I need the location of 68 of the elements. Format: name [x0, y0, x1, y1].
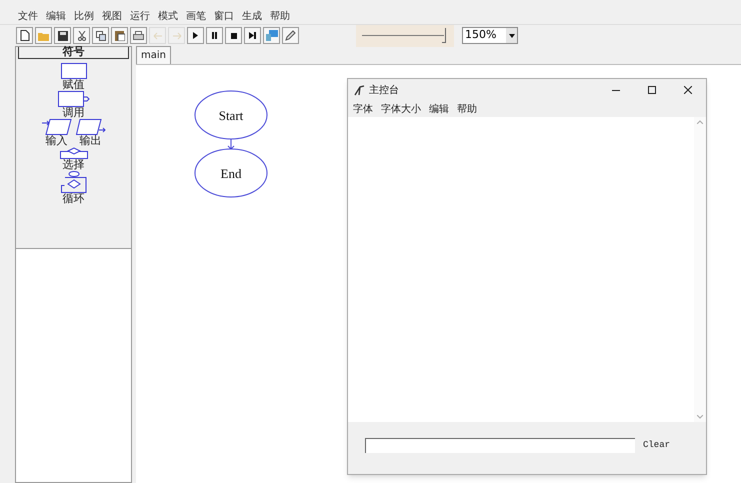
menu-item[interactable]: 字体大小: [381, 102, 421, 116]
menu-item[interactable]: 视图: [102, 8, 122, 24]
play-icon: [193, 32, 198, 39]
close-icon: [684, 86, 692, 94]
toolbar-button[interactable]: [54, 27, 71, 44]
save-icon: [58, 30, 68, 40]
copy-icon: [96, 30, 106, 40]
parallelogram-symbol-icon: [76, 119, 106, 135]
toolbar-button[interactable]: [244, 27, 261, 44]
command-input[interactable]: [365, 438, 635, 453]
node-label: Start: [218, 108, 244, 123]
app-icon: [354, 84, 365, 96]
menu-item[interactable]: 帮助: [270, 8, 290, 24]
toolbar-button[interactable]: [92, 27, 109, 44]
clear-button[interactable]: Clear: [639, 438, 674, 453]
folder-icon: [38, 30, 50, 40]
rectangle-symbol-icon: [60, 63, 86, 79]
menu-item[interactable]: 帮助: [457, 102, 477, 116]
toolbar-button[interactable]: [111, 27, 128, 44]
menu-item[interactable]: 生成: [242, 8, 262, 24]
symbol-label: 循环: [62, 193, 84, 205]
call-symbol-icon: [58, 91, 90, 107]
toolbar-button[interactable]: [73, 27, 90, 44]
printer-icon: [133, 31, 144, 40]
loop-symbol-icon: [60, 171, 86, 193]
slider-thumb[interactable]: [442, 28, 446, 42]
scissors-icon: [78, 30, 86, 40]
menu-item[interactable]: 模式: [158, 8, 178, 24]
toolbar-button[interactable]: [206, 27, 223, 44]
menu-item[interactable]: 文件: [18, 8, 38, 24]
zoom-dropdown[interactable]: 150%: [462, 27, 518, 44]
symbol-label: 选择: [62, 159, 84, 171]
menu-item[interactable]: 字体: [353, 102, 373, 116]
pause-icon: [212, 32, 217, 39]
undo-icon: [152, 32, 162, 40]
redo-icon: [172, 32, 182, 40]
symbol-label: 调用: [62, 107, 84, 119]
toolbar-button[interactable]: [282, 27, 299, 44]
symbol-label: 赋值: [62, 79, 84, 91]
toolbar-button[interactable]: [225, 27, 242, 44]
tab[interactable]: main: [136, 46, 171, 64]
dropdown-caret-icon: [508, 34, 514, 38]
menu-item[interactable]: 编辑: [429, 102, 449, 116]
menu-item[interactable]: 窗口: [214, 8, 234, 24]
toolbar-button[interactable]: [16, 27, 33, 44]
stop-icon: [230, 32, 236, 38]
panel-title: 符号: [62, 46, 84, 58]
window-title: 主控台: [369, 84, 399, 98]
monitor-icon: [266, 30, 278, 41]
parallelogram-symbol-icon: [42, 119, 72, 135]
step-icon: [249, 32, 256, 39]
symbol-label: 输出: [80, 135, 102, 147]
menu-item[interactable]: 比例: [74, 8, 94, 24]
toolbar-button[interactable]: [187, 27, 204, 44]
symbol-label: 输入: [46, 135, 68, 147]
maximize-icon: [648, 86, 656, 94]
selection-symbol-icon: [60, 147, 88, 159]
clipboard-icon: [114, 30, 124, 41]
menu-item[interactable]: 画笔: [186, 8, 206, 24]
menu-item[interactable]: 运行: [130, 8, 150, 24]
scroll-down-icon: [697, 415, 703, 419]
pencil-icon: [285, 30, 296, 41]
new-file-icon: [20, 30, 30, 41]
speed-slider[interactable]: [356, 24, 454, 46]
node-label: End: [220, 166, 242, 181]
menu-item[interactable]: 编辑: [46, 8, 66, 24]
scroll-up-icon: [697, 120, 703, 124]
scrollbar[interactable]: [694, 117, 706, 422]
